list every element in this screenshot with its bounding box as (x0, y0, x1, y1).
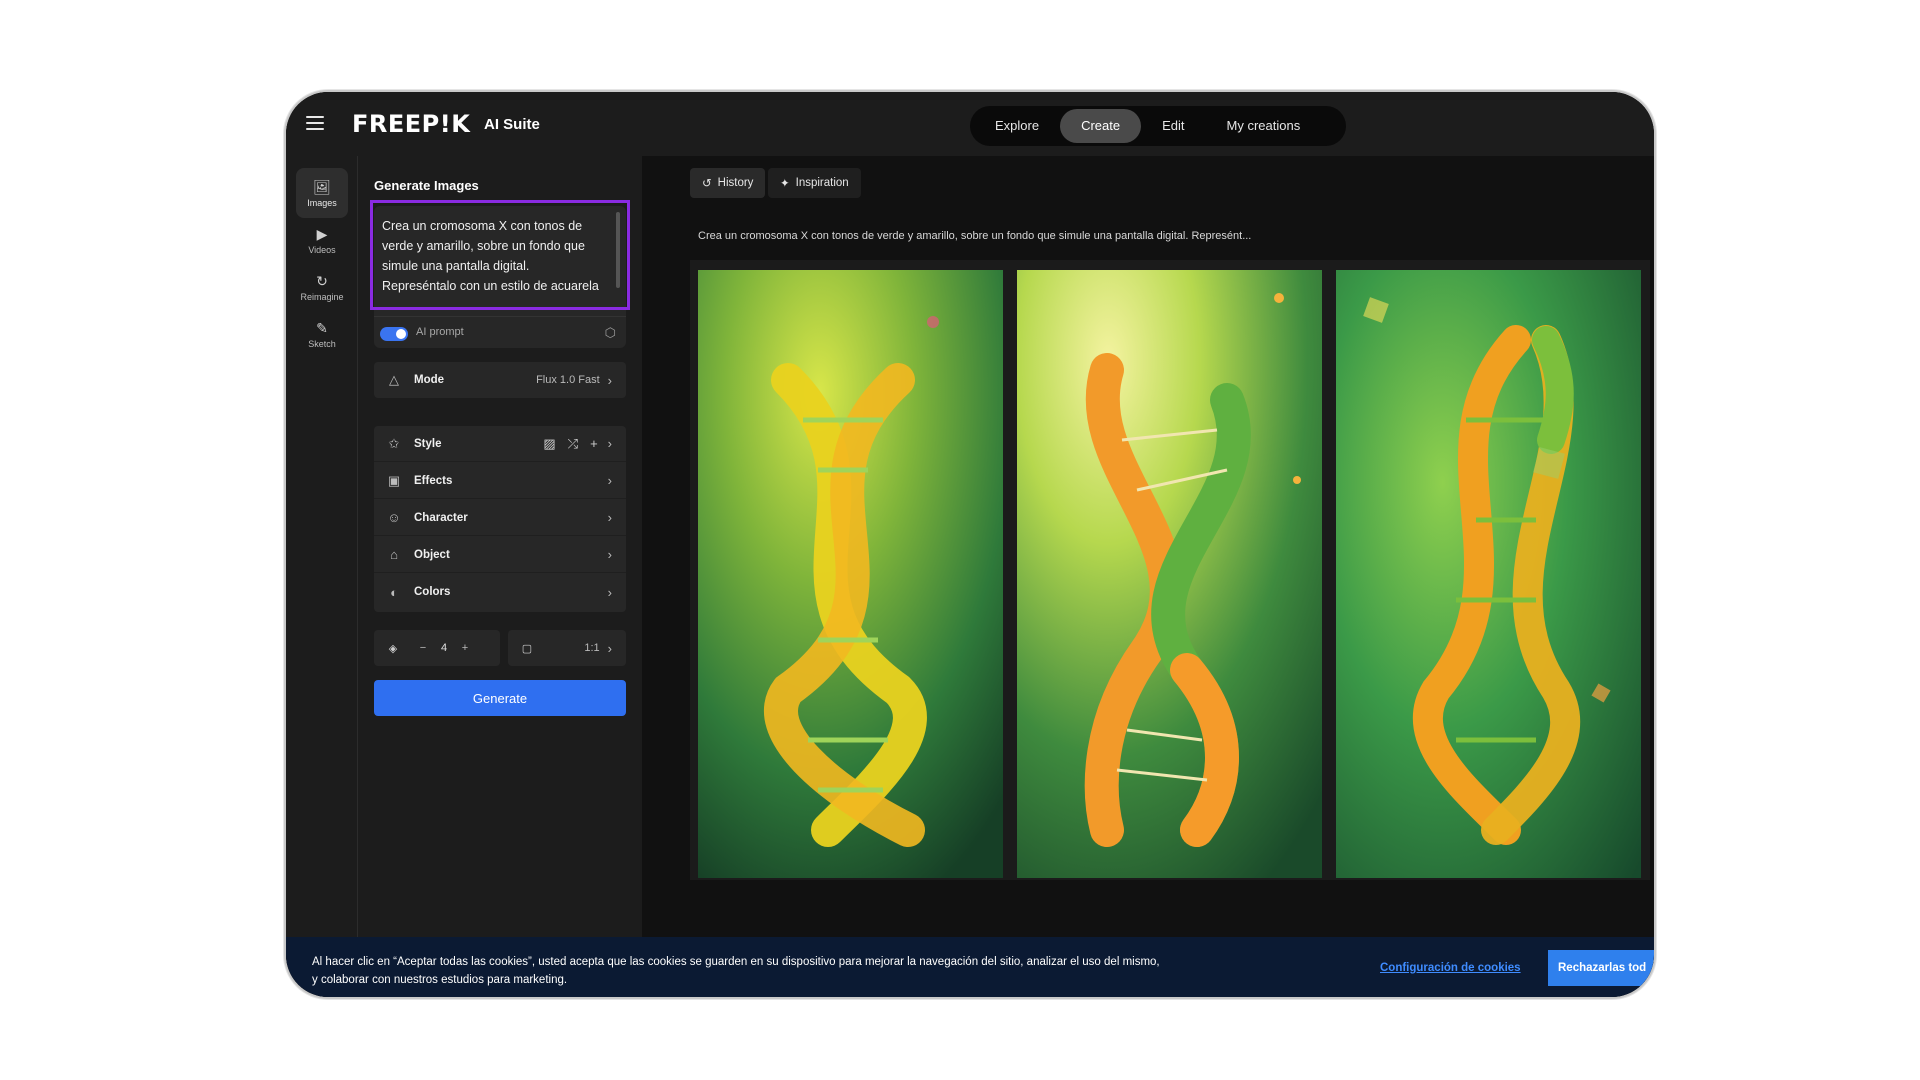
images-icon: 🖼︎ (313, 178, 331, 195)
increment-button[interactable]: + (454, 642, 476, 654)
aspect-ratio-value: 1:1 (584, 642, 600, 654)
option-label: Style (414, 437, 442, 450)
option-label: Colors (414, 586, 451, 598)
palette-icon: ◐ (390, 584, 398, 600)
top-bar: FREEP!K AI Suite Explore Create Edit My … (286, 92, 1654, 156)
cube-icon[interactable]: ⬡ (605, 325, 616, 341)
dna-illustration (698, 270, 1003, 878)
chevron-right-icon: › (607, 547, 612, 562)
mode-selector[interactable]: △ Mode Flux 1.0 Fast › (374, 362, 626, 398)
option-label: Character (414, 511, 468, 524)
generated-image[interactable] (698, 270, 1003, 878)
panel-title: Generate Images (374, 178, 479, 193)
ai-prompt-label: AI prompt (416, 326, 464, 338)
nav-create[interactable]: Create (1060, 109, 1142, 143)
option-colors[interactable]: ◐ Colors › (374, 574, 626, 610)
style-gallery-icon[interactable]: ▨ (543, 436, 555, 452)
history-icon: ↺ (702, 178, 712, 190)
option-character[interactable]: ☺ Character › (374, 500, 626, 536)
brush-icon: ✎ (316, 319, 328, 336)
chevron-right-icon: › (607, 436, 612, 451)
history-label: History (717, 177, 754, 189)
person-icon: ☺ (387, 510, 401, 525)
image-count-value: 4 (440, 642, 448, 654)
cookie-banner: Al hacer clic en “Aceptar todas las cook… (286, 937, 1654, 997)
layers-icon: ◈ (388, 642, 398, 655)
history-tab[interactable]: ↺ History (690, 168, 766, 198)
style-tools: ▨ ⤮ + (543, 436, 597, 452)
nav-explore[interactable]: Explore (974, 109, 1060, 143)
chevron-right-icon: › (607, 640, 612, 656)
rail-item-sketch[interactable]: ✎ Sketch (296, 309, 348, 359)
rail-item-images[interactable]: 🖼︎ Images (296, 168, 348, 218)
rail-item-videos[interactable]: ▶︎ Videos (296, 215, 348, 265)
option-effects[interactable]: ▣ Effects › (374, 463, 626, 499)
chevron-right-icon: › (607, 372, 612, 388)
object-icon: ⌂ (390, 547, 398, 562)
cookie-message-line: y colaborar con nuestros estudios para m… (312, 974, 568, 986)
inspiration-tab[interactable]: ✦ Inspiration (768, 168, 861, 198)
image-gallery (690, 260, 1650, 880)
option-label: Effects (414, 474, 453, 487)
generate-panel: Generate Images Crea un cromosoma X con … (358, 156, 642, 997)
aspect-ratio-selector[interactable]: ▢ 1:1 › (508, 630, 626, 666)
tablet-frame: FREEP!K AI Suite Explore Create Edit My … (284, 90, 1656, 999)
cookie-message: Al hacer clic en “Aceptar todas las cook… (312, 953, 1252, 989)
option-object[interactable]: ⌂ Object › (374, 537, 626, 573)
ai-prompt-row: AI prompt ⬡ (374, 316, 626, 348)
dna-illustration (1336, 270, 1641, 878)
style-icon: ✩ (388, 435, 400, 451)
dna-illustration (1017, 270, 1322, 878)
mode-label: Mode (414, 374, 445, 386)
square-icon: ▢ (521, 642, 533, 655)
generated-image[interactable] (1336, 270, 1641, 878)
nav-my-creations[interactable]: My creations (1206, 109, 1322, 143)
rail-item-reimagine[interactable]: ↻ Reimagine (296, 262, 348, 312)
image-count-stepper: ◈ − 4 + (374, 630, 500, 666)
chevron-right-icon: › (607, 510, 612, 525)
sparkle-icon: ✦ (780, 178, 790, 190)
mode-icon: △ (389, 372, 399, 387)
rail-item-label: Images (307, 197, 337, 208)
generate-button[interactable]: Generate (374, 680, 626, 716)
add-icon[interactable]: + (590, 436, 598, 452)
option-style[interactable]: ✩ Style ▨ ⤮ + › (374, 426, 626, 462)
reject-cookies-button[interactable]: Rechazarlas tod (1548, 950, 1654, 986)
options-group: ✩ Style ▨ ⤮ + › ▣ Effects › ☺ Character … (374, 426, 626, 612)
generated-image[interactable] (1017, 270, 1322, 878)
inspiration-label: Inspiration (795, 177, 849, 189)
tool-rail: 🖼︎ Images ▶︎ Videos ↻ Reimagine ✎ Sketch (286, 156, 358, 997)
mode-value: Flux 1.0 Fast (536, 374, 600, 386)
chevron-right-icon: › (607, 584, 612, 600)
generation-prompt-caption: Crea un cromosoma X con tonos de verde y… (698, 230, 1252, 242)
option-label: Object (414, 548, 450, 561)
effects-icon: ▣ (387, 472, 401, 488)
cookie-settings-link[interactable]: Configuración de cookies (1380, 962, 1521, 974)
rail-item-label: Reimagine (300, 291, 344, 302)
decrement-button[interactable]: − (412, 642, 434, 654)
chevron-right-icon: › (607, 473, 612, 488)
freepik-logo[interactable]: FREEP!K (352, 110, 470, 138)
app-screen: FREEP!K AI Suite Explore Create Edit My … (286, 92, 1654, 997)
rail-item-label: Videos (308, 244, 336, 255)
shuffle-icon[interactable]: ⤮ (568, 436, 578, 452)
video-icon: ▶︎ (316, 225, 328, 242)
ai-prompt-toggle[interactable] (380, 327, 408, 341)
rail-item-label: Sketch (308, 338, 336, 349)
menu-icon[interactable] (306, 116, 324, 130)
prompt-highlight-box (370, 200, 630, 310)
main-nav: Explore Create Edit My creations (970, 106, 1346, 146)
refresh-icon: ↻ (316, 272, 328, 289)
ai-suite-label: AI Suite (484, 116, 540, 133)
cookie-message-line: Al hacer clic en “Aceptar todas las cook… (312, 956, 1160, 968)
nav-edit[interactable]: Edit (1141, 109, 1205, 143)
